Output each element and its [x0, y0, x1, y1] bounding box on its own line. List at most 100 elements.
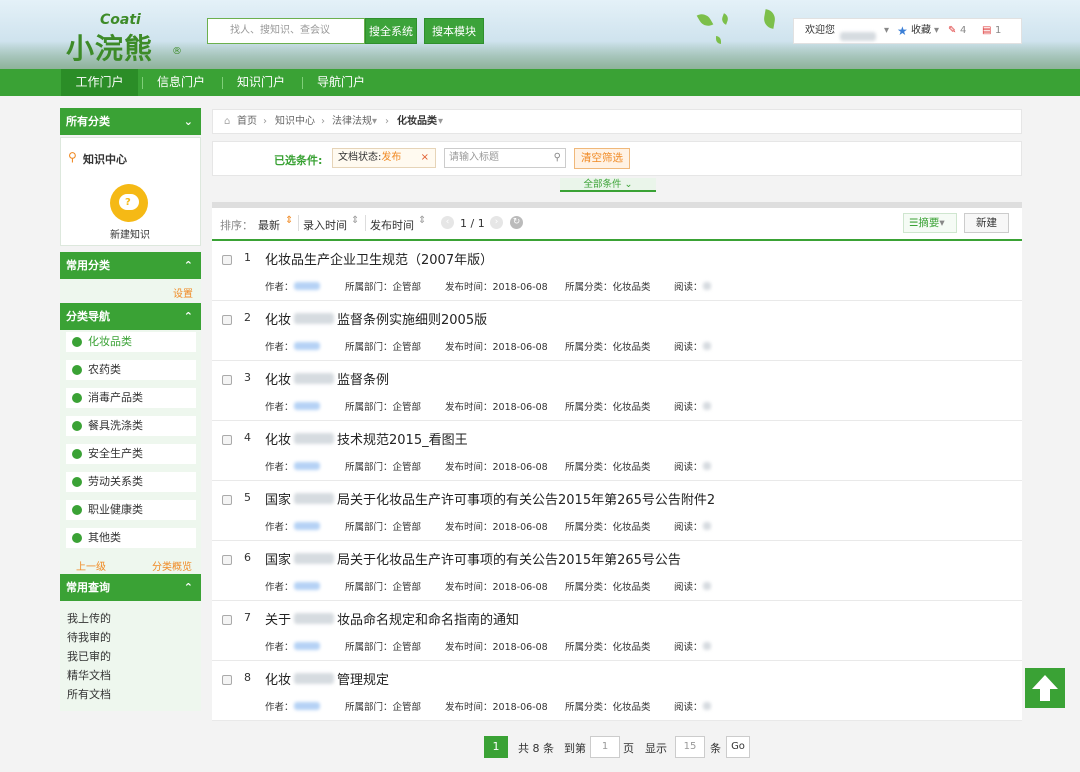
nav-info-portal[interactable]: 信息门户 [146, 69, 216, 96]
sort-entry-time[interactable]: 录入时间 [303, 217, 347, 233]
list-item[interactable]: 4 化妆 技术规范2015_看图王 作者： 所属部门：企管部 发布时间：2018-06-0… [212, 421, 1022, 481]
list-item[interactable]: 1 化妆品生产企业卫生规范（2007年版） 作者： 所属部门：企管部 发布时间：2018… [212, 241, 1022, 301]
author-name[interactable] [293, 702, 320, 710]
nav-navigation-portal[interactable]: 导航门户 [306, 69, 376, 96]
search-icon[interactable]: ⚲ [554, 149, 561, 167]
search-all-button[interactable]: 搜全系统 [365, 18, 417, 44]
logo[interactable]: Coati 小浣熊 ® [66, 12, 184, 65]
favorites-dropdown-icon[interactable]: ▾ [934, 19, 939, 43]
new-button[interactable]: 新建 [964, 213, 1009, 233]
sidebar-item-other[interactable]: 其他类 [66, 528, 196, 548]
author-label: 作者： [265, 702, 294, 713]
breadcrumb-home[interactable]: 首页 [237, 110, 257, 133]
username[interactable] [840, 27, 876, 51]
sidebar-item-cosmetics[interactable]: 化妆品类 [66, 332, 196, 352]
favorites-link[interactable]: 收藏 [911, 19, 931, 43]
list-item[interactable]: 7 关于 妆品命名规定和命名指南的通知 作者： 所属部门：企管部 发布时间：2018-06… [212, 601, 1022, 661]
row-title[interactable]: 关于 妆品命名规定和命名指南的通知 [265, 609, 519, 628]
sidebar-item-labor-relations[interactable]: 劳动关系类 [66, 472, 196, 492]
sidebar-item-dish-washing[interactable]: 餐具洗涤类 [66, 416, 196, 436]
nav-knowledge-portal[interactable]: 知识门户 [226, 69, 296, 96]
list-item[interactable]: 8 化妆 管理规定 作者： 所属部门：企管部 发布时间：2018-06-08 所属分类：化妆… [212, 661, 1022, 721]
row-author: 作者： [265, 639, 320, 653]
back-to-top-button[interactable] [1025, 668, 1065, 708]
row-checkbox[interactable] [222, 315, 232, 325]
dropdown-icon[interactable]: ▾ [372, 110, 377, 133]
page-1-button[interactable]: 1 [484, 736, 508, 758]
sidebar-item-disinfection[interactable]: 消毒产品类 [66, 388, 196, 408]
row-title[interactable]: 国家 局关于化妆品生产许可事项的有关公告2015年第265号公告 [265, 549, 681, 568]
refresh-icon[interactable]: ↻ [510, 216, 523, 229]
row-title[interactable]: 国家 局关于化妆品生产许可事项的有关公告2015年第265号公告附件2 [265, 489, 715, 508]
common-categories-header[interactable]: 常用分类 ⌃ [60, 252, 201, 279]
row-checkbox[interactable] [222, 255, 232, 265]
query-my-uploads[interactable]: 我上传的 [67, 610, 111, 626]
new-knowledge-icon[interactable]: ? [110, 184, 148, 222]
next-page-icon[interactable]: › [490, 216, 503, 229]
clear-filter-button[interactable]: 清空筛选 [574, 148, 630, 169]
dropdown-icon[interactable]: ▾ [438, 110, 443, 133]
row-title[interactable]: 化妆 监督条例 [265, 369, 389, 388]
close-icon[interactable]: × [421, 149, 429, 167]
query-all-docs[interactable]: 所有文档 [67, 686, 111, 702]
sidebar-item-work-safety[interactable]: 安全生产类 [66, 444, 196, 464]
sidebar-item-occupational-health[interactable]: 职业健康类 [66, 500, 196, 520]
row-checkbox[interactable] [222, 615, 232, 625]
list-item[interactable]: 3 化妆 监督条例 作者： 所属部门：企管部 发布时间：2018-06-08 所属分类：化妆… [212, 361, 1022, 421]
row-checkbox[interactable] [222, 555, 232, 565]
prev-page-icon[interactable]: ‹ [441, 216, 454, 229]
sort-publish-time[interactable]: 发布时间 [370, 217, 414, 233]
read-count-value [702, 582, 711, 590]
search-module-button[interactable]: 搜本模块 [424, 18, 484, 44]
author-name[interactable] [293, 462, 320, 470]
query-reviewed[interactable]: 我已审的 [67, 648, 111, 664]
row-title[interactable]: 化妆品生产企业卫生规范（2007年版） [265, 249, 493, 268]
common-queries-header[interactable]: 常用查询 ⌃ [60, 574, 201, 601]
row-checkbox[interactable] [222, 495, 232, 505]
summary-view-button[interactable]: ☰摘要▾ [903, 213, 957, 233]
author-name[interactable] [293, 522, 320, 530]
author-name[interactable] [293, 282, 320, 290]
page-size-input[interactable]: 15 [675, 736, 705, 758]
list-item[interactable]: 5 国家 局关于化妆品生产许可事项的有关公告2015年第265号公告附件2 作者： 所属… [212, 481, 1022, 541]
row-checkbox[interactable] [222, 675, 232, 685]
nav-work-portal[interactable]: 工作门户 [61, 69, 138, 96]
author-name[interactable] [293, 342, 320, 350]
query-pending-review[interactable]: 待我审的 [67, 629, 111, 645]
go-button[interactable]: Go [726, 736, 750, 758]
all-categories-header[interactable]: 所有分类 ⌄ [60, 108, 201, 135]
list-item[interactable]: 6 国家 局关于化妆品生产许可事项的有关公告2015年第265号公告 作者： 所属部门：… [212, 541, 1022, 601]
author-name[interactable] [293, 402, 320, 410]
sort-arrows-icon[interactable]: ⇕ [285, 215, 293, 226]
redacted-text [294, 493, 335, 504]
row-checkbox[interactable] [222, 375, 232, 385]
all-conditions-toggle[interactable]: 全部条件 ⌄ [560, 178, 656, 192]
author-name[interactable] [293, 642, 320, 650]
new-knowledge-label[interactable]: 新建知识 [110, 226, 150, 241]
row-title-end: 管理规定 [337, 673, 390, 688]
breadcrumb-laws[interactable]: 法律法规 [332, 110, 372, 133]
row-checkbox[interactable] [222, 435, 232, 445]
prev-level-link[interactable]: 上一级 [76, 558, 106, 573]
goto-page-input[interactable]: 1 [590, 736, 620, 758]
sort-arrows-icon[interactable]: ⇕ [418, 215, 426, 226]
category-nav-header[interactable]: 分类导航 ⌃ [60, 303, 201, 330]
pencil-icon[interactable]: ✎ [948, 19, 956, 43]
list-item[interactable]: 2 化妆 监督条例实施细则2005版 作者： 所属部门：企管部 发布时间：2018-06-… [212, 301, 1022, 361]
query-featured-docs[interactable]: 精华文档 [67, 667, 111, 683]
settings-link[interactable]: 设置 [173, 285, 193, 300]
document-icon[interactable]: ▤ [982, 19, 991, 43]
sort-newest[interactable]: 最新 [258, 217, 280, 233]
row-title[interactable]: 化妆 技术规范2015_看图王 [265, 429, 468, 448]
author-name[interactable] [293, 582, 320, 590]
sort-arrows-icon[interactable]: ⇕ [351, 215, 359, 226]
row-author: 作者： [265, 699, 320, 713]
user-dropdown-icon[interactable]: ▾ [884, 19, 889, 43]
sidebar-item-pesticides[interactable]: 农药类 [66, 360, 196, 380]
category-overview-link[interactable]: 分类概览 [152, 558, 192, 573]
row-title[interactable]: 化妆 监督条例实施细则2005版 [265, 309, 487, 328]
breadcrumb-knowledge-center[interactable]: 知识中心 [275, 110, 315, 133]
search-input[interactable]: 找人、搜知识、查会议 [207, 18, 365, 44]
row-title[interactable]: 化妆 管理规定 [265, 669, 389, 688]
title-search-input[interactable]: 请输入标题 ⚲ [444, 148, 566, 168]
